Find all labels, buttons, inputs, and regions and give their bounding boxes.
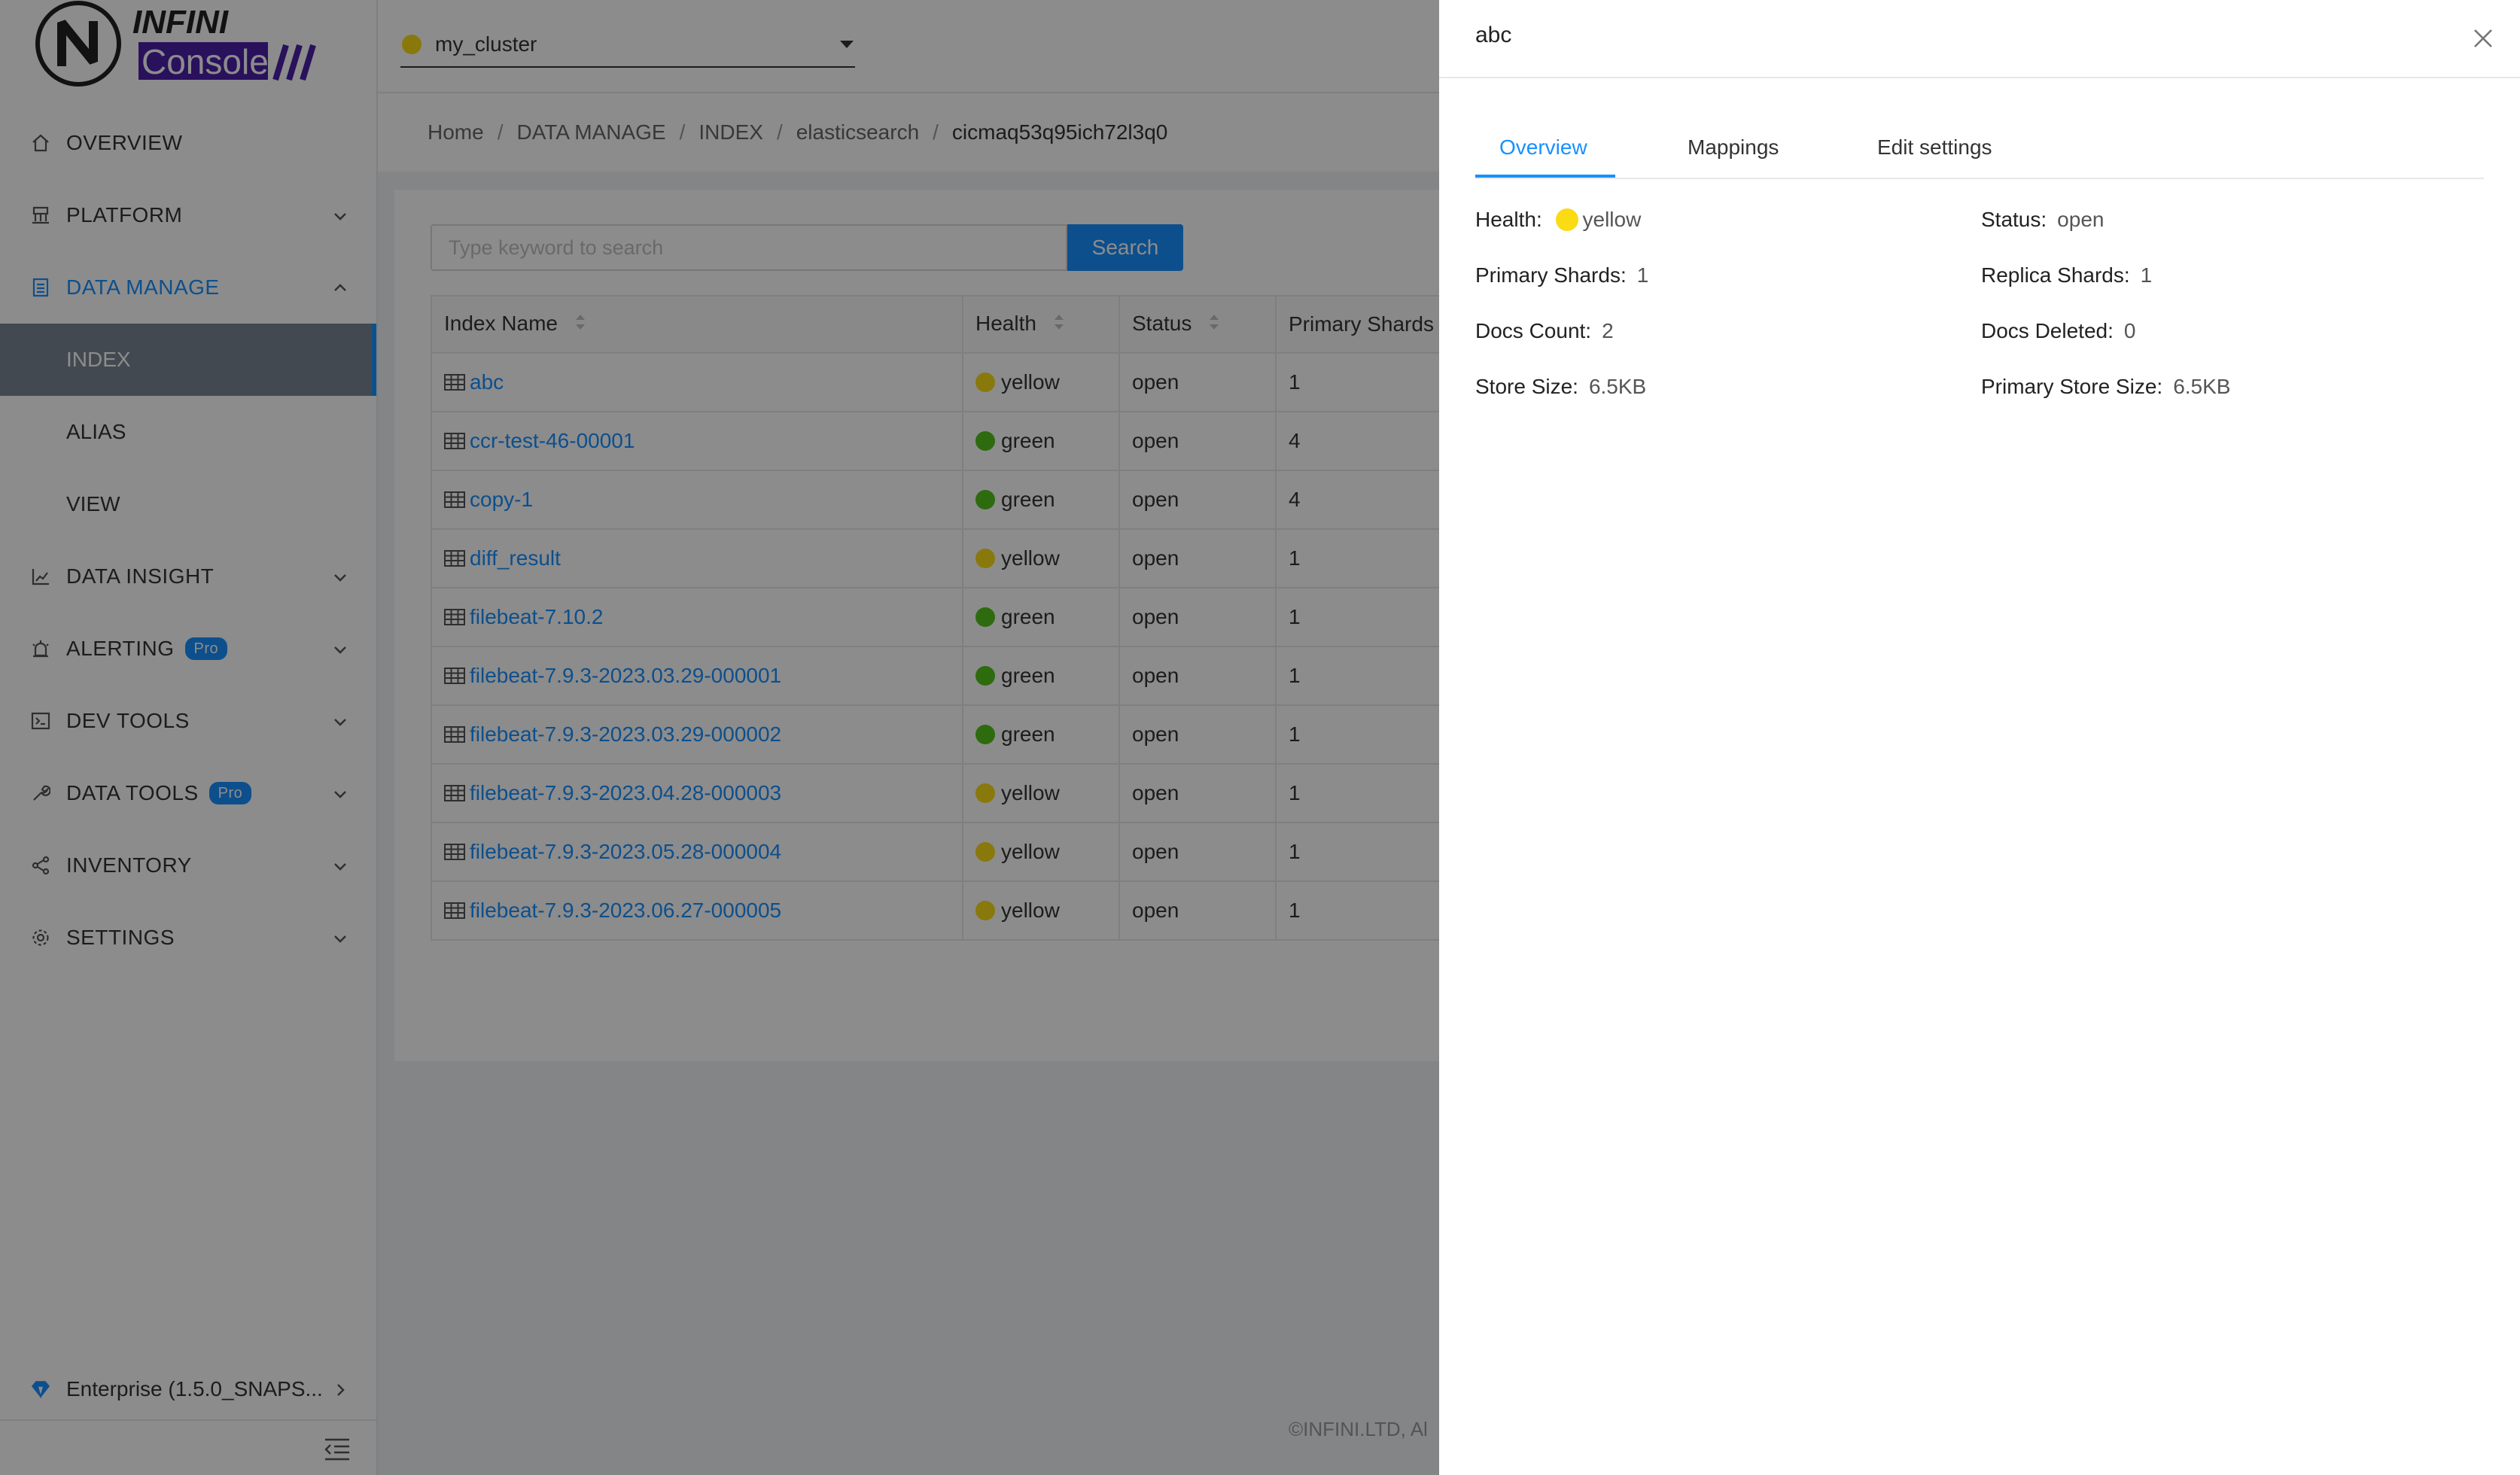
field-status: Status: open: [1981, 208, 2105, 231]
drawer-header: abc: [1439, 0, 2520, 78]
field-health: Health: yellow: [1475, 208, 1642, 231]
field-value: yellow: [1582, 208, 1642, 231]
field-store-size: Store Size: 6.5KB: [1475, 375, 1647, 398]
field-value: open: [2057, 208, 2105, 231]
drawer-title: abc: [1475, 23, 1512, 47]
field-primary-shards: Primary Shards: 1: [1475, 263, 1649, 287]
field-docs-count: Docs Count: 2: [1475, 319, 1614, 342]
field-label: Primary Shards: [1475, 263, 1621, 287]
field-label: Status: [1981, 208, 2041, 231]
field-label: Health: [1475, 208, 1536, 231]
field-value: 6.5KB: [1588, 375, 1647, 398]
tab-ink-bar: [1475, 175, 1615, 178]
field-docs-deleted: Docs Deleted: 0: [1981, 319, 2136, 342]
field-value: 0: [2123, 319, 2136, 342]
tab-overview[interactable]: Overview: [1499, 135, 1587, 160]
health-dot: [1555, 208, 1578, 231]
field-value: 1: [1636, 263, 1649, 287]
field-value: 2: [1602, 319, 1614, 342]
field-label: Store Size: [1475, 375, 1573, 398]
field-replica-shards: Replica Shards: 1: [1981, 263, 2153, 287]
field-primary-store-size: Primary Store Size: 6.5KB: [1981, 375, 2231, 398]
drawer-tabs: Overview Mappings Edit settings: [1475, 120, 2484, 179]
tab-mappings[interactable]: Mappings: [1688, 135, 1779, 160]
field-value: 6.5KB: [2173, 375, 2231, 398]
field-label: Replica Shards: [1981, 263, 2124, 287]
field-value: 1: [2140, 263, 2153, 287]
close-icon[interactable]: [2470, 26, 2496, 51]
field-label: Primary Store Size: [1981, 375, 2157, 398]
tab-edit-settings[interactable]: Edit settings: [1877, 135, 1992, 160]
index-detail-drawer: abc Overview Mappings Edit settings Heal…: [1439, 0, 2520, 1475]
field-label: Docs Count: [1475, 319, 1586, 342]
field-label: Docs Deleted: [1981, 319, 2108, 342]
